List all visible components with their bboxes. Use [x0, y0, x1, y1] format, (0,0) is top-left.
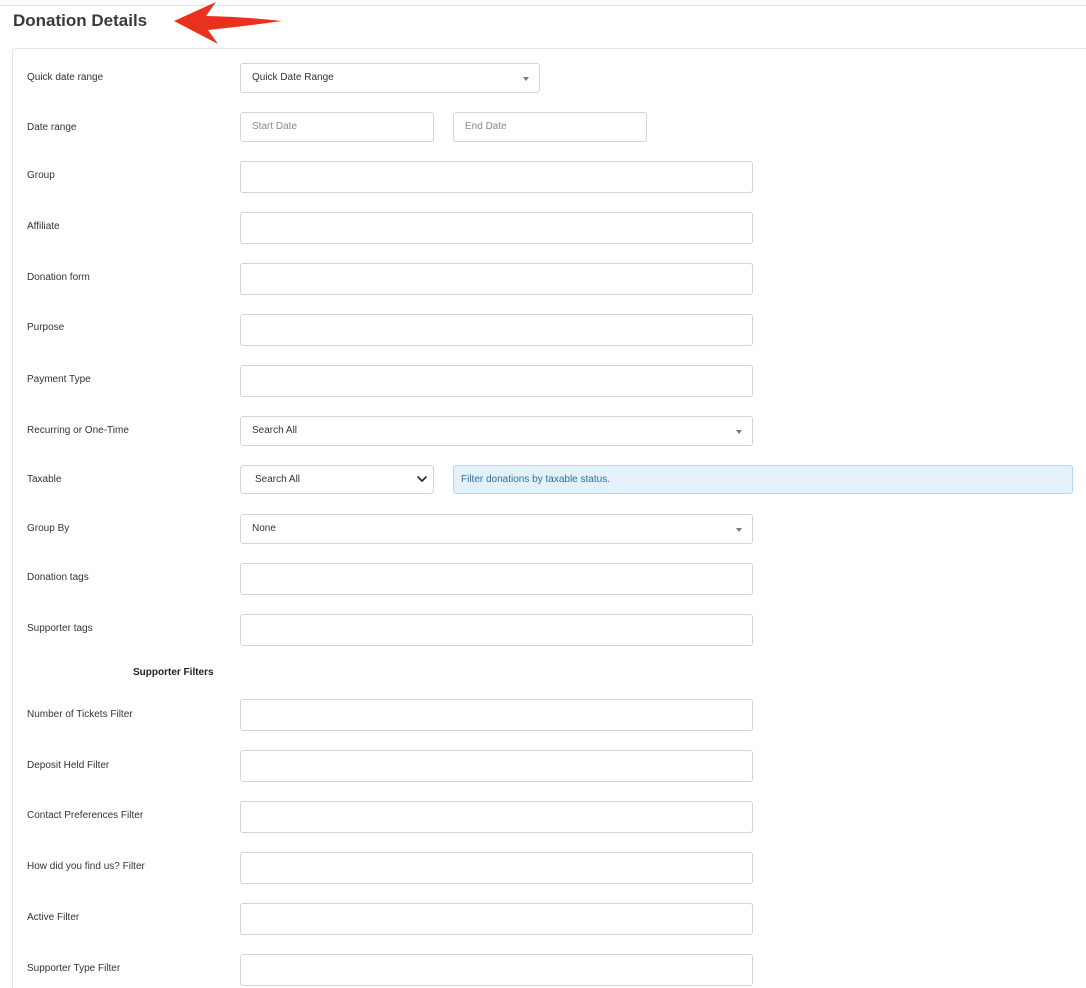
- chevron-down-icon: [736, 430, 742, 434]
- start-date-placeholder: Start Date: [252, 121, 298, 132]
- red-arrow-annotation: [174, 2, 282, 44]
- quick-date-range-value: Quick Date Range: [252, 72, 334, 83]
- contact-preferences-filter-label: Contact Preferences Filter: [27, 810, 144, 821]
- end-date-input[interactable]: End Date: [453, 112, 647, 142]
- taxable-hint-text: Filter donations by taxable status.: [461, 474, 610, 485]
- date-range-label: Date range: [27, 122, 77, 133]
- group-input[interactable]: [240, 161, 753, 193]
- donation-form-label: Donation form: [27, 272, 90, 283]
- taxable-select[interactable]: Search All: [240, 465, 434, 494]
- start-date-input[interactable]: Start Date: [240, 112, 434, 142]
- recurring-value: Search All: [252, 425, 298, 436]
- donation-form-input[interactable]: [240, 263, 753, 295]
- group-by-select[interactable]: None: [240, 514, 753, 544]
- supporter-type-filter-label: Supporter Type Filter: [27, 963, 121, 974]
- group-by-value: None: [252, 523, 276, 534]
- group-by-label: Group By: [27, 523, 70, 534]
- purpose-input[interactable]: [240, 314, 753, 346]
- supporter-type-filter-input[interactable]: [240, 954, 753, 986]
- quick-date-range-select[interactable]: Quick Date Range: [240, 63, 540, 93]
- donation-tags-label: Donation tags: [27, 572, 89, 583]
- supporter-tags-input[interactable]: [240, 614, 753, 646]
- top-divider: [0, 5, 1086, 6]
- donation-tags-input[interactable]: [240, 563, 753, 595]
- active-filter-label: Active Filter: [27, 912, 80, 923]
- how-found-filter-input[interactable]: [240, 852, 753, 884]
- taxable-label: Taxable: [27, 474, 62, 485]
- purpose-label: Purpose: [27, 322, 65, 333]
- filter-panel: Quick date range Quick Date Range Date r…: [12, 48, 1086, 988]
- tickets-filter-label: Number of Tickets Filter: [27, 709, 133, 720]
- end-date-placeholder: End Date: [465, 121, 507, 132]
- chevron-down-icon: [523, 77, 529, 81]
- payment-type-label: Payment Type: [27, 374, 91, 385]
- active-filter-input[interactable]: [240, 903, 753, 935]
- affiliate-label: Affiliate: [27, 221, 60, 232]
- taxable-hint: Filter donations by taxable status.: [453, 465, 1073, 494]
- chevron-down-icon: [736, 528, 742, 532]
- deposit-held-filter-input[interactable]: [240, 750, 753, 782]
- recurring-label: Recurring or One-Time: [27, 425, 129, 436]
- contact-preferences-filter-input[interactable]: [240, 801, 753, 833]
- affiliate-input[interactable]: [240, 212, 753, 244]
- deposit-held-filter-label: Deposit Held Filter: [27, 760, 110, 771]
- how-found-filter-label: How did you find us? Filter: [27, 861, 145, 872]
- page-title: Donation Details: [13, 11, 148, 30]
- supporter-tags-label: Supporter tags: [27, 623, 93, 634]
- supporter-filters-heading: Supporter Filters: [133, 667, 214, 678]
- quick-date-range-label: Quick date range: [27, 72, 104, 83]
- group-label: Group: [27, 170, 55, 181]
- taxable-value: Search All: [255, 474, 301, 485]
- recurring-select[interactable]: Search All: [240, 416, 753, 446]
- payment-type-input[interactable]: [240, 365, 753, 397]
- tickets-filter-input[interactable]: [240, 699, 753, 731]
- chevron-down-icon: [417, 476, 427, 482]
